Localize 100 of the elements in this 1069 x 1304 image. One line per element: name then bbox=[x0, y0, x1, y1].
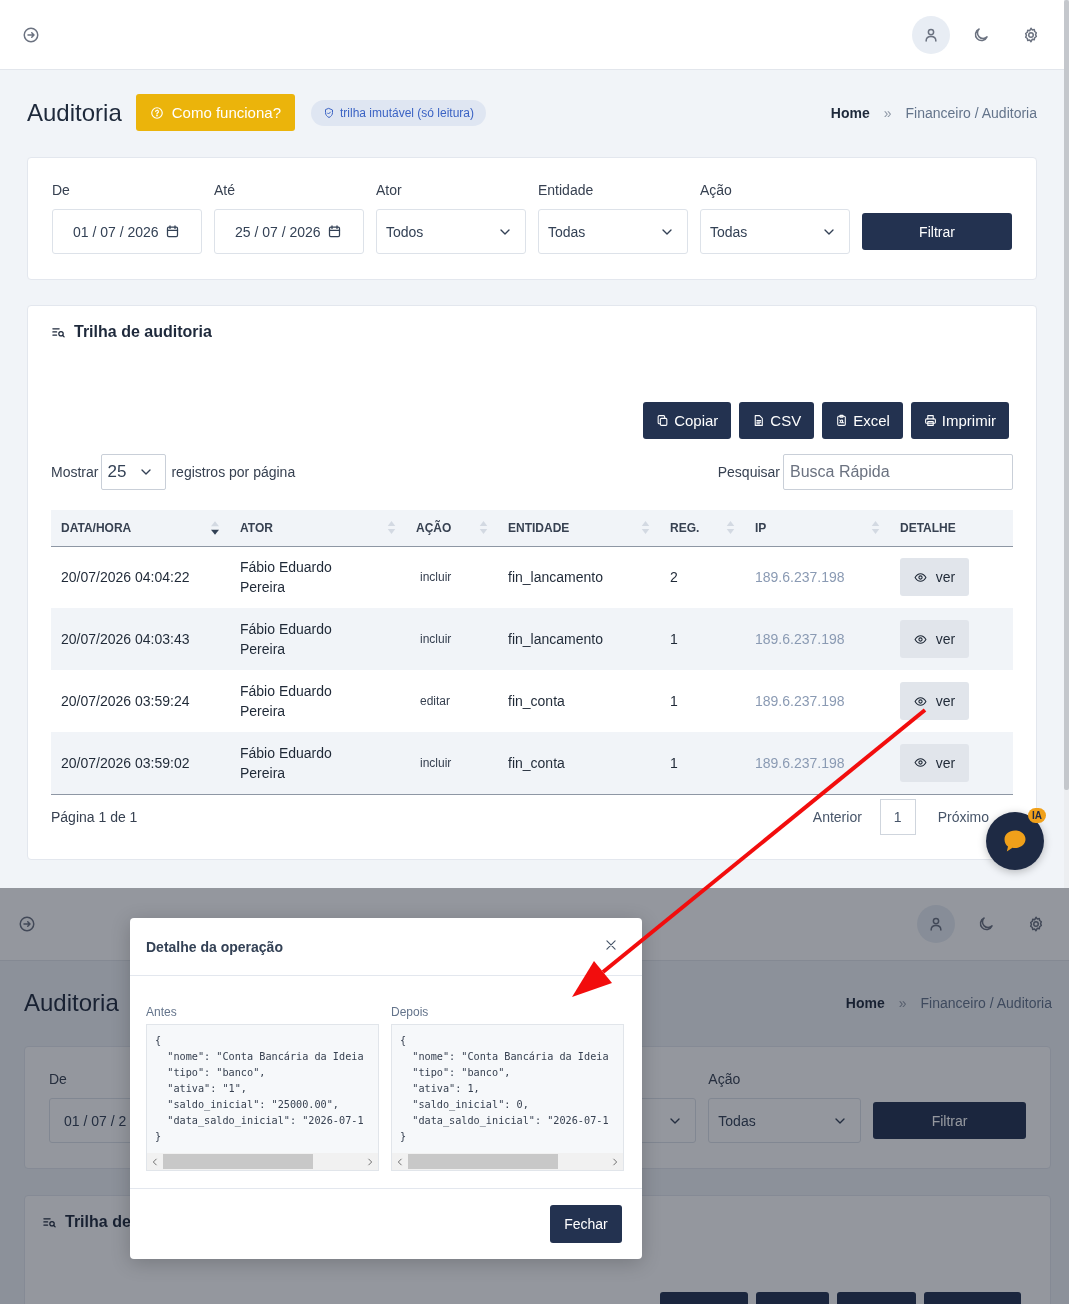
page-title: Auditoria bbox=[24, 989, 119, 1017]
page-info: Página 1 de 1 bbox=[51, 808, 138, 825]
scrollbar[interactable] bbox=[147, 1153, 378, 1170]
column-header[interactable]: AÇÃO bbox=[416, 520, 452, 535]
search-field[interactable]: Busca Rápida bbox=[783, 454, 1013, 490]
column-header[interactable]: REG. bbox=[670, 520, 700, 535]
eye-icon bbox=[913, 694, 927, 708]
settings-icon bbox=[1022, 25, 1040, 44]
user-menu-button[interactable] bbox=[917, 905, 955, 943]
sort-icon[interactable] bbox=[210, 519, 220, 536]
code-line: "saldo_inicial": 0, bbox=[411, 1098, 530, 1113]
field-label: Entidade bbox=[538, 182, 594, 199]
date-time-cell-text: 20/07/2026 03:59:24 bbox=[61, 692, 191, 711]
select-field[interactable]: Todas bbox=[708, 1098, 862, 1143]
calendar-icon bbox=[164, 224, 180, 239]
view-button[interactable]: ver bbox=[900, 682, 969, 720]
page-length-select[interactable]: 25 bbox=[101, 454, 167, 490]
entity-cell-text: fin_lancamento bbox=[508, 568, 604, 588]
record-cell-text: 2 bbox=[670, 568, 679, 588]
ip-cell-text: 189.6.237.198 bbox=[755, 568, 846, 588]
view-button[interactable]: ver bbox=[900, 743, 969, 782]
arrow-circle-icon bbox=[18, 915, 36, 933]
chevron-right-icon bbox=[610, 1156, 620, 1167]
action-cell-text: editar bbox=[419, 693, 452, 710]
eye-icon bbox=[913, 756, 927, 770]
scrollbar[interactable] bbox=[392, 1153, 623, 1170]
user-menu-button[interactable] bbox=[912, 15, 950, 54]
column-header[interactable]: ENTIDADE bbox=[508, 520, 570, 535]
breadcrumb-link[interactable]: Home bbox=[845, 995, 885, 1011]
code-line: "ativa": 1, bbox=[411, 1082, 481, 1096]
entity-cell-text: fin_conta bbox=[508, 753, 566, 773]
date-field[interactable]: 01 / 07 / 2026 bbox=[52, 209, 202, 254]
breadcrumb-separator: » bbox=[898, 995, 907, 1011]
field-label: Ator bbox=[376, 182, 402, 199]
close-button[interactable] bbox=[604, 937, 618, 952]
clipboard-icon bbox=[835, 414, 849, 427]
chevron-left-icon bbox=[395, 1156, 405, 1167]
document-icon bbox=[752, 414, 766, 427]
code-line: "data_saldo_inicial": "2026-07-1 bbox=[411, 1114, 610, 1129]
pane-label: Depois bbox=[391, 1005, 430, 1019]
length-label: registros por página bbox=[171, 464, 296, 480]
code-line: { bbox=[400, 1034, 408, 1048]
calendar-icon bbox=[326, 224, 342, 239]
action-cell-text: incluir bbox=[419, 754, 453, 772]
actor-cell-text: Fábio Eduardo Pereira bbox=[240, 620, 333, 659]
breadcrumb-current: Financeiro / Auditoria bbox=[920, 995, 1052, 1011]
close-icon bbox=[604, 937, 618, 952]
chevron-left-icon bbox=[150, 1156, 160, 1167]
page-link[interactable]: 1 bbox=[879, 798, 916, 835]
record-cell-text: 1 bbox=[670, 692, 679, 711]
export-button[interactable]: CSV bbox=[739, 402, 815, 439]
breadcrumb-link[interactable]: Home bbox=[830, 104, 870, 121]
settings-icon bbox=[1027, 915, 1045, 933]
ip-cell-text: 189.6.237.198 bbox=[755, 692, 846, 711]
column-header[interactable]: IP bbox=[755, 520, 767, 535]
filter-button[interactable]: Filtrar bbox=[873, 1102, 1026, 1139]
export-button[interactable]: Imprimir bbox=[910, 402, 1009, 439]
field-label: Até bbox=[214, 182, 235, 199]
printer-icon bbox=[923, 414, 937, 427]
code-line: } bbox=[155, 1130, 163, 1144]
export-button[interactable]: Copiar bbox=[643, 402, 732, 439]
ip-cell-text: 189.6.237.198 bbox=[755, 630, 846, 649]
previous-link[interactable]: Anterior bbox=[800, 800, 874, 833]
modal-title: Detalhe da operação bbox=[146, 938, 283, 955]
date-field[interactable]: 25 / 07 / 2026 bbox=[214, 209, 364, 254]
length-label: Mostrar bbox=[51, 464, 99, 480]
export-button[interactable]: Excel bbox=[822, 402, 903, 439]
action-cell-text: incluir bbox=[419, 631, 453, 648]
arrow-circle-icon bbox=[22, 25, 40, 44]
ai-badge: IA bbox=[1028, 808, 1046, 823]
pane-label: Antes bbox=[146, 1005, 178, 1019]
field-label: Ação bbox=[700, 182, 732, 199]
moon-icon bbox=[977, 915, 995, 933]
close-dialog-button[interactable]: Fechar bbox=[550, 1205, 622, 1243]
chevron-right-icon bbox=[365, 1156, 375, 1167]
actor-cell-text: Fábio Eduardo Pereira bbox=[240, 682, 333, 721]
card-title: Trilha de bbox=[65, 1213, 131, 1231]
code-line: { bbox=[155, 1034, 163, 1048]
field-label: De bbox=[52, 182, 70, 199]
breadcrumb-current: Financeiro / Auditoria bbox=[905, 104, 1037, 121]
eye-icon bbox=[913, 632, 927, 646]
view-button[interactable]: ver bbox=[900, 620, 969, 658]
select-field[interactable]: Todas bbox=[700, 209, 850, 254]
entity-cell-text: fin_lancamento bbox=[508, 630, 604, 649]
actor-cell-text: Fábio Eduardo Pereira bbox=[240, 558, 333, 598]
filter-button[interactable]: Filtrar bbox=[862, 213, 1012, 250]
column-header[interactable]: DATA/HORA bbox=[61, 520, 132, 535]
field-label: De bbox=[49, 1071, 67, 1088]
column-header[interactable]: ATOR bbox=[240, 520, 273, 535]
select-field[interactable]: Todas bbox=[538, 209, 688, 254]
ip-cell-text: 189.6.237.198 bbox=[755, 753, 846, 773]
code-line: } bbox=[400, 1130, 408, 1144]
column-header[interactable]: DETALHE bbox=[900, 520, 956, 535]
actor-cell-text: Fábio Eduardo Pereira bbox=[240, 743, 333, 783]
view-button[interactable]: ver bbox=[900, 558, 969, 597]
select-field[interactable]: Todos bbox=[376, 209, 526, 254]
search-label: Pesquisar bbox=[717, 464, 780, 480]
scrollbar[interactable] bbox=[1064, 0, 1069, 888]
user-icon bbox=[927, 915, 945, 933]
next-link[interactable]: Próximo bbox=[925, 800, 989, 833]
